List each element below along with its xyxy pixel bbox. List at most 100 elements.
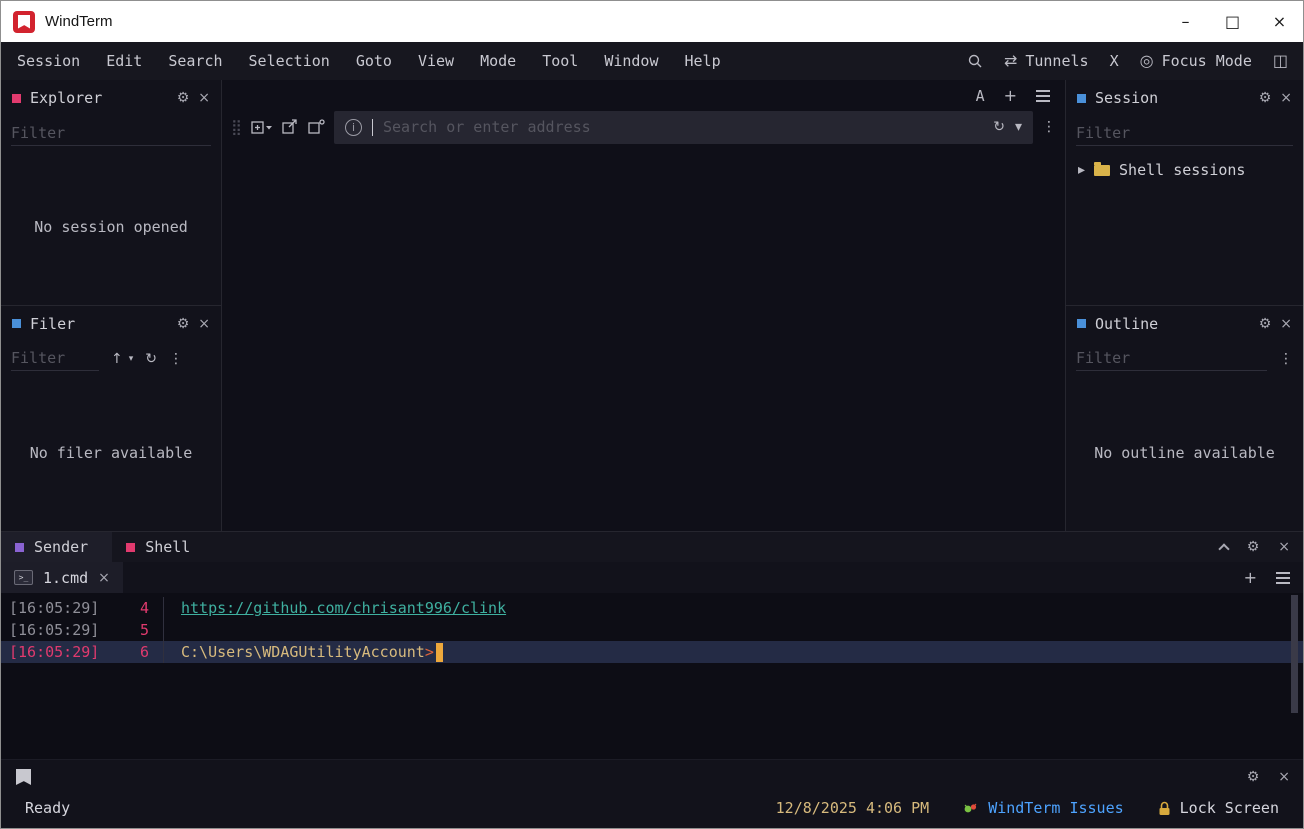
terminal-scrollbar[interactable] <box>1291 595 1298 713</box>
tunnels-icon: ⇄ <box>1003 51 1018 70</box>
content-area: Explorer ⚙ × No session opened Filer ⚙ × <box>1 80 1303 531</box>
filer-title: Filer <box>30 314 76 333</box>
menu-search[interactable]: Search <box>155 42 235 80</box>
bug-icon <box>964 803 977 812</box>
prompt-char: > <box>424 643 434 661</box>
line-number: 4 <box>139 599 149 617</box>
info-icon[interactable]: i <box>345 118 362 136</box>
address-bar[interactable]: i ↻ ▾ <box>334 110 1033 144</box>
explorer-title: Explorer <box>30 89 103 107</box>
new-session-icon[interactable] <box>251 119 273 135</box>
session-square-icon <box>1077 93 1086 103</box>
filer-settings-icon[interactable]: ⚙ <box>177 317 190 331</box>
windterm-issues-link[interactable]: WindTerm Issues <box>963 799 1124 817</box>
outline-filter-input[interactable] <box>1076 346 1267 371</box>
windterm-window: WindTerm – □ × Session Edit Search Selec… <box>0 0 1304 829</box>
folder-icon <box>1094 161 1111 176</box>
bottom-close-icon[interactable]: × <box>1278 540 1290 554</box>
terminal-link[interactable]: https://github.com/chrisant996/clink <box>163 597 506 619</box>
statusbar-settings-icon[interactable]: ⚙ <box>1247 770 1260 784</box>
tab-sender[interactable]: Sender <box>1 532 113 562</box>
menu-window[interactable]: Window <box>591 42 671 80</box>
statusbar-close-icon[interactable]: × <box>1278 770 1290 784</box>
focus-mode-label: Focus Mode <box>1161 52 1252 70</box>
filer-square-icon <box>12 319 21 328</box>
menu-help[interactable]: Help <box>672 42 734 80</box>
session-close-icon[interactable]: × <box>1280 91 1292 105</box>
outline-title: Outline <box>1095 314 1159 333</box>
filer-filter-input[interactable] <box>11 346 99 371</box>
outline-panel: Outline ⚙ × ⋮ No outline available <box>1066 306 1303 532</box>
outline-empty-text: No outline available <box>1094 444 1275 463</box>
filer-refresh-icon[interactable]: ↻ <box>145 351 157 367</box>
filer-more-icon[interactable]: ⋮ <box>169 351 183 367</box>
open-in-new-window-icon[interactable] <box>282 119 299 135</box>
shell-tab-label: Shell <box>145 538 191 556</box>
explorer-settings-icon[interactable]: ⚙ <box>177 91 190 105</box>
explorer-close-icon[interactable]: × <box>198 91 210 105</box>
filer-up-icon[interactable]: ↑ <box>111 351 123 367</box>
tunnels-label: Tunnels <box>1025 52 1089 70</box>
new-terminal-tab-icon[interactable]: + <box>1244 569 1257 586</box>
close-button[interactable]: × <box>1256 1 1303 42</box>
menu-session[interactable]: Session <box>4 42 93 80</box>
filer-up-dropdown-icon[interactable]: ▾ <box>129 354 134 364</box>
address-refresh-icon[interactable]: ↻ <box>993 119 1005 135</box>
menu-mode[interactable]: Mode <box>467 42 529 80</box>
transient-session-icon[interactable] <box>308 119 325 135</box>
outline-more-icon[interactable]: ⋮ <box>1279 351 1293 367</box>
lock-screen-button[interactable]: Lock Screen <box>1158 799 1279 817</box>
drag-handle-icon[interactable]: ⣿ <box>231 118 242 136</box>
tree-item-shell-sessions[interactable]: ▸ Shell sessions <box>1066 150 1303 179</box>
main-menu-icon[interactable] <box>1036 89 1050 102</box>
window-title: WindTerm <box>45 13 113 30</box>
address-toolbar: ⣿ i ↻ ▾ ⋮ <box>222 107 1065 147</box>
menu-goto[interactable]: Goto <box>343 42 405 80</box>
menu-tool[interactable]: Tool <box>529 42 591 80</box>
maximize-button[interactable]: □ <box>1209 1 1256 42</box>
focus-mode-button[interactable]: ◎ Focus Mode <box>1140 52 1252 70</box>
menu-edit[interactable]: Edit <box>93 42 155 80</box>
explorer-filter-input[interactable] <box>11 120 211 146</box>
bottom-panel: Sender Shell ⚙ × >_ 1.cmd × + [16:05:29]… <box>1 531 1303 759</box>
tab-shell[interactable]: Shell <box>112 532 214 562</box>
x-server-button[interactable]: X <box>1110 52 1119 70</box>
minimize-button[interactable]: – <box>1162 1 1209 42</box>
terminal-tab-list-icon[interactable] <box>1276 571 1290 584</box>
terminal-icon: >_ <box>14 570 33 585</box>
tunnels-button[interactable]: ⇄ Tunnels <box>1004 52 1089 70</box>
menu-view[interactable]: View <box>405 42 467 80</box>
layout-icon[interactable]: ◫ <box>1273 53 1288 69</box>
address-more-icon[interactable]: ⋮ <box>1042 119 1056 135</box>
line-number: 5 <box>139 621 149 639</box>
terminal-tab-1cmd[interactable]: >_ 1.cmd × <box>1 562 123 593</box>
line-number: 6 <box>139 643 149 661</box>
filer-panel: Filer ⚙ × ↑ ▾ ↻ ⋮ No filer available <box>1 306 221 532</box>
add-button[interactable]: + <box>1004 87 1017 104</box>
session-settings-icon[interactable]: ⚙ <box>1259 91 1272 105</box>
terminal-tab-close-icon[interactable]: × <box>98 571 110 585</box>
bottom-settings-icon[interactable]: ⚙ <box>1247 540 1260 554</box>
right-sidebar: Session ⚙ × ▸ Shell sessions Outline <box>1066 80 1303 531</box>
font-size-button[interactable]: A <box>976 87 985 105</box>
menu-selection[interactable]: Selection <box>236 42 343 80</box>
titlebar: WindTerm – □ × <box>1 1 1303 42</box>
outline-square-icon <box>1077 319 1086 328</box>
address-input[interactable] <box>383 118 984 136</box>
filer-close-icon[interactable]: × <box>198 317 210 331</box>
outline-close-icon[interactable]: × <box>1280 317 1292 331</box>
outline-settings-icon[interactable]: ⚙ <box>1259 317 1272 331</box>
tree-item-label: Shell sessions <box>1119 161 1246 179</box>
terminal-line: [16:05:29] 4 https://github.com/chrisant… <box>1 597 1303 619</box>
session-filter-input[interactable] <box>1076 120 1293 146</box>
address-dropdown-icon[interactable]: ▾ <box>1015 120 1022 134</box>
terminal-tab-label: 1.cmd <box>43 568 89 587</box>
prompt-path: C:\Users\WDAGUtilityAccount <box>181 643 425 661</box>
explorer-empty-text: No session opened <box>34 218 188 237</box>
log-book-icon[interactable] <box>16 769 31 785</box>
menubar: Session Edit Search Selection Goto View … <box>1 42 1303 80</box>
issues-label: WindTerm Issues <box>988 799 1124 817</box>
collapse-panel-icon[interactable] <box>1218 543 1230 555</box>
search-icon[interactable] <box>967 53 983 69</box>
main-area: A + ⣿ i ↻ ▾ <box>221 80 1066 531</box>
